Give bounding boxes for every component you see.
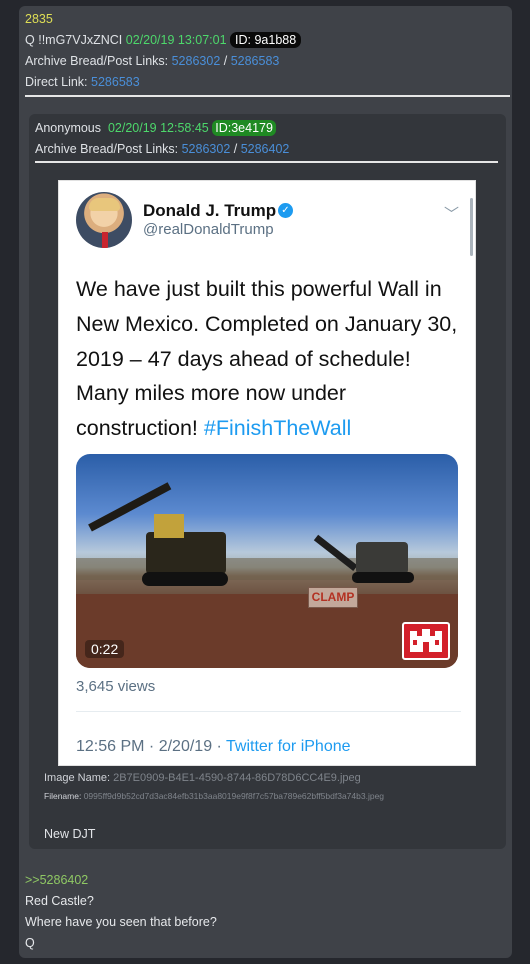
archive-link-1[interactable]: 5286302 xyxy=(172,54,221,68)
quoted-archive-label: Archive Bread/Post Links: xyxy=(35,142,179,156)
tweet-meta: 12:56 PM · 2/20/19 · Twitter for iPhone xyxy=(76,738,351,756)
post-author: Q xyxy=(25,33,35,47)
post-timestamp: 02/20/19 13:07:01 xyxy=(125,33,227,47)
reply-line-3: Q xyxy=(25,936,35,950)
excavator-right-body xyxy=(356,542,408,574)
filename-value[interactable]: 0995ff9d9b52cd7d3ac84efb31b3aa8019e9f8f7… xyxy=(84,791,384,801)
tweet-views: 3,645 views xyxy=(76,678,156,695)
scrollbar xyxy=(470,198,473,256)
tweet-author-name: Donald J. Trump xyxy=(143,201,277,220)
quoted-author: Anonymous xyxy=(35,121,102,135)
filename-label: Filename: xyxy=(44,791,82,801)
archive-slash: / xyxy=(220,54,231,68)
tweet-author-handle: @realDonaldTrump xyxy=(143,221,274,238)
excavator-left-body xyxy=(146,532,226,574)
tweet-screenshot[interactable]: Donald J. Trump ✓ @realDonaldTrump ﹀ We … xyxy=(58,180,476,766)
direct-link-row: Direct Link: 5286583 xyxy=(25,75,140,89)
quoted-comment: New DJT xyxy=(44,827,96,841)
post-id-badge[interactable]: ID: 9a1b88 xyxy=(230,32,302,48)
avatar-hair-shape xyxy=(89,198,120,211)
quoted-archive-slash: / xyxy=(230,142,241,156)
image-name-label: Image Name: xyxy=(44,772,111,784)
archive-links: Archive Bread/Post Links: 5286302 / 5286… xyxy=(25,54,279,68)
archive-link-2[interactable]: 5286583 xyxy=(231,54,280,68)
tweet-video: CLAMP 0:22 xyxy=(76,454,458,668)
q-post: 2835 Q !!mG7VJxZNCI 02/20/19 13:07:01 ID… xyxy=(19,6,512,958)
tweet-text: We have just built this powerful Wall in… xyxy=(76,272,466,446)
quoted-id-badge[interactable]: ID:3e4179 xyxy=(212,120,276,136)
image-name-row: Image Name: 2B7E0909-B4E1-4590-8744-86D7… xyxy=(44,772,361,784)
tweet-divider xyxy=(76,711,461,712)
image-name-value[interactable]: 2B7E0909-B4E1-4590-8744-86D78D6CC4E9.jpe… xyxy=(113,772,361,784)
reply-quote-link[interactable]: >>5286402 xyxy=(25,873,88,887)
header-divider xyxy=(25,95,510,97)
video-ground xyxy=(76,594,458,668)
castle-logo-icon xyxy=(402,622,450,660)
reply-line-2: Where have you seen that before? xyxy=(25,915,217,929)
avatar xyxy=(76,192,132,248)
post-tripcode: !!mG7VJxZNCI xyxy=(38,33,123,47)
post-number[interactable]: 2835 xyxy=(25,12,53,26)
tweet-time-date: 12:56 PM · 2/20/19 · xyxy=(76,738,227,755)
quoted-archive-links: Archive Bread/Post Links: 5286302 / 5286… xyxy=(35,142,289,156)
quoted-header: Anonymous 02/20/19 12:58:45 ID:3e4179 xyxy=(35,120,276,136)
direct-link-label: Direct Link: xyxy=(25,75,88,89)
quoted-post: Anonymous 02/20/19 12:58:45 ID:3e4179 Ar… xyxy=(29,114,506,849)
avatar-tie-shape xyxy=(102,232,108,248)
tweet-source-link[interactable]: Twitter for iPhone xyxy=(226,738,351,755)
post-header: Q !!mG7VJxZNCI 02/20/19 13:07:01 ID: 9a1… xyxy=(25,32,302,48)
quoted-divider xyxy=(35,161,498,163)
tweet-hashtag: #FinishTheWall xyxy=(203,416,352,441)
reply-line-1: Red Castle? xyxy=(25,894,94,908)
excavator-right-track xyxy=(352,572,414,583)
excavator-left-cab xyxy=(154,514,184,538)
archive-label: Archive Bread/Post Links: xyxy=(25,54,169,68)
quoted-archive-link-1[interactable]: 5286302 xyxy=(182,142,231,156)
excavator-left-track xyxy=(142,572,228,586)
chevron-down-icon: ﹀ xyxy=(444,206,460,223)
filename-row: Filename: 0995ff9d9b52cd7d3ac84efb31b3aa… xyxy=(44,791,384,801)
quoted-timestamp: 02/20/19 12:58:45 xyxy=(107,121,209,135)
video-duration: 0:22 xyxy=(85,640,125,658)
clamp-sign: CLAMP xyxy=(308,587,358,608)
direct-link[interactable]: 5286583 xyxy=(91,75,140,89)
verified-badge-icon: ✓ xyxy=(278,203,293,218)
quoted-archive-link-2[interactable]: 5286402 xyxy=(241,142,290,156)
